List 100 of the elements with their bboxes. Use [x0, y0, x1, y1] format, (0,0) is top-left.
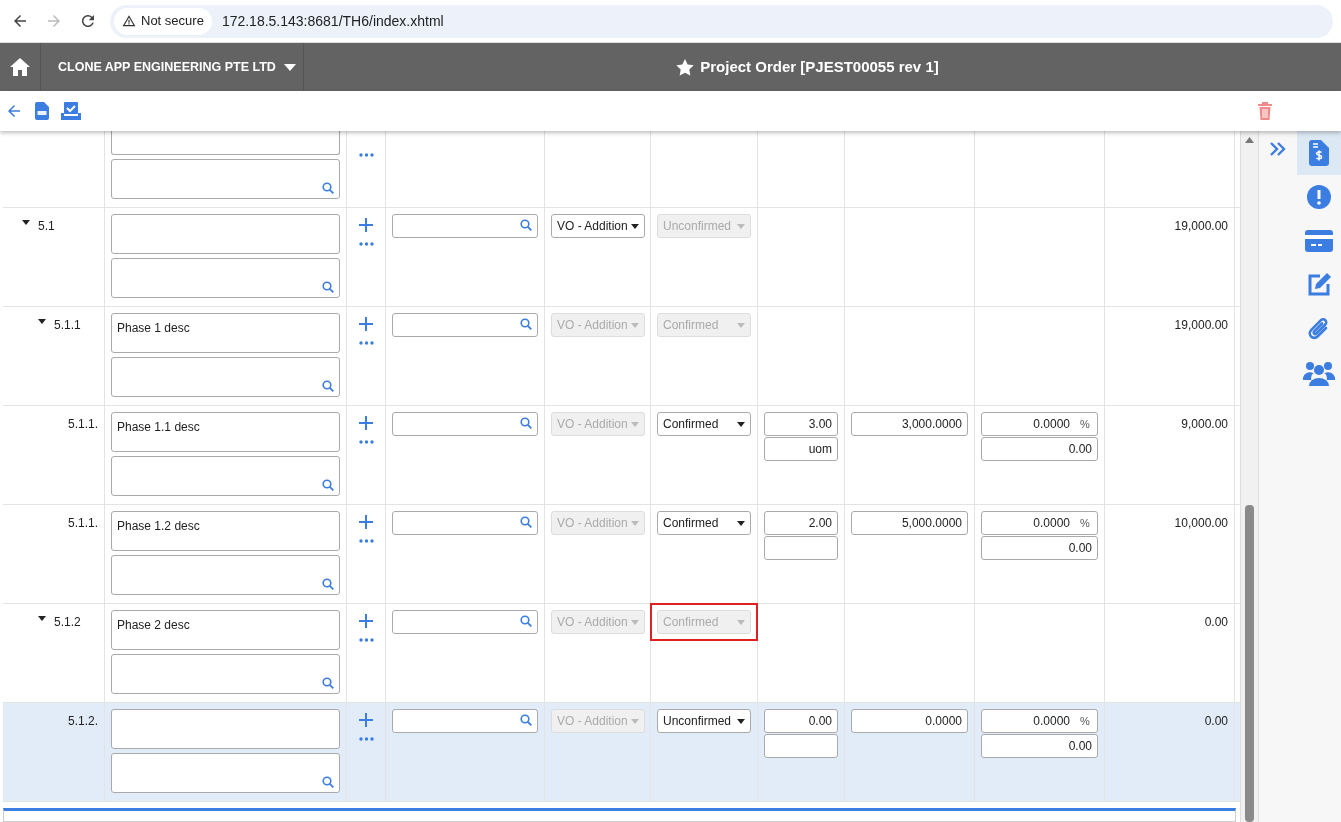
search-icon[interactable]: [520, 417, 532, 429]
search-icon[interactable]: [322, 281, 334, 293]
caret-icon: [631, 520, 639, 526]
search-icon[interactable]: [322, 578, 334, 590]
discount-field[interactable]: 0.0000 %: [981, 709, 1098, 733]
more-icon[interactable]: [358, 152, 374, 157]
company-name[interactable]: CLONE APP ENGINEERING PTE LTD: [58, 57, 276, 77]
search-icon[interactable]: [322, 182, 334, 194]
search-icon[interactable]: [322, 380, 334, 392]
description-field[interactable]: Phase 1.1 desc: [111, 412, 340, 452]
add-icon[interactable]: [359, 218, 373, 232]
collapse-caret-icon[interactable]: [38, 319, 46, 324]
text-area[interactable]: [111, 654, 340, 694]
uom-field[interactable]: [764, 536, 838, 560]
row-number: 5.1.1: [54, 317, 81, 334]
search-icon[interactable]: [520, 714, 532, 726]
total-amount: 10,000.00: [1174, 516, 1228, 530]
total-amount: 19,000.00: [1174, 318, 1228, 332]
search-field[interactable]: [392, 214, 538, 238]
more-icon[interactable]: [358, 440, 374, 444]
address-bar[interactable]: Not secure 172.18.5.143:8681/TH6/index.xhtml: [110, 4, 1333, 38]
expand-icon[interactable]: [1269, 141, 1287, 157]
more-icon[interactable]: [358, 242, 374, 246]
caret-icon: [631, 718, 639, 724]
add-icon[interactable]: [359, 515, 373, 529]
star-icon: [676, 58, 695, 76]
description-field[interactable]: Phase 1 desc: [111, 313, 340, 353]
caret-icon: [631, 421, 639, 427]
search-icon[interactable]: [520, 318, 532, 330]
security-chip[interactable]: Not secure: [114, 7, 212, 35]
scroll-up-icon[interactable]: [1245, 137, 1254, 143]
discount-amount-field[interactable]: 0.00: [981, 437, 1098, 461]
uom-field[interactable]: uom: [764, 437, 838, 461]
row-number: 5.1: [38, 218, 55, 235]
caret-icon[interactable]: [283, 63, 296, 71]
add-icon[interactable]: [359, 416, 373, 430]
search-field[interactable]: [392, 412, 538, 436]
caret-icon: [737, 718, 745, 724]
total-amount: 19,000.00: [1174, 219, 1228, 233]
add-icon[interactable]: [359, 317, 373, 331]
invoice-icon[interactable]: [1297, 131, 1341, 175]
quantity-field[interactable]: 3.00: [764, 412, 838, 436]
text-area[interactable]: [111, 456, 340, 496]
page-title: Project Order [PJEST00055 rev 1]: [700, 56, 939, 77]
more-icon[interactable]: [358, 638, 374, 642]
dropdown[interactable]: Confirmed: [657, 511, 751, 535]
discount-field[interactable]: 0.0000 %: [981, 412, 1098, 436]
text-area[interactable]: [111, 555, 340, 595]
delete-icon[interactable]: [1258, 102, 1272, 120]
row-number: 5.1.2: [54, 614, 81, 631]
text-area[interactable]: [111, 159, 340, 199]
search-icon[interactable]: [322, 776, 334, 788]
search-field[interactable]: [392, 511, 538, 535]
dropdown[interactable]: Confirmed: [657, 412, 751, 436]
text-area[interactable]: [111, 131, 340, 155]
caret-icon: [737, 520, 745, 526]
percent-sign: %: [1080, 713, 1091, 729]
caret-icon: [631, 223, 639, 229]
more-icon[interactable]: [358, 341, 374, 345]
discount-amount-field[interactable]: 0.00: [981, 734, 1098, 758]
more-icon[interactable]: [358, 539, 374, 543]
search-icon[interactable]: [520, 219, 532, 231]
discount-field[interactable]: 0.0000 %: [981, 511, 1098, 535]
dropdown[interactable]: Unconfirmed: [657, 709, 751, 733]
description-field[interactable]: Phase 1.2 desc: [111, 511, 340, 551]
caret-icon: [737, 322, 745, 328]
search-field[interactable]: [392, 610, 538, 634]
caret-icon: [631, 619, 639, 625]
discount-amount-field[interactable]: 0.00: [981, 536, 1098, 560]
home-icon[interactable]: [10, 58, 30, 76]
text-area[interactable]: [111, 258, 340, 298]
description-field[interactable]: [111, 709, 340, 749]
description-field[interactable]: Phase 2 desc: [111, 610, 340, 650]
search-icon[interactable]: [322, 677, 334, 689]
text-area[interactable]: [111, 753, 340, 793]
discount-value: 0.0000: [1033, 515, 1070, 532]
save-tray-icon[interactable]: [61, 102, 81, 120]
search-icon[interactable]: [520, 516, 532, 528]
more-icon[interactable]: [358, 737, 374, 741]
price-field[interactable]: 0.0000: [851, 709, 968, 733]
add-icon[interactable]: [359, 713, 373, 727]
price-field[interactable]: 5,000.0000: [851, 511, 968, 535]
quantity-field[interactable]: 2.00: [764, 511, 838, 535]
uom-field[interactable]: [764, 734, 838, 758]
search-field[interactable]: [392, 709, 538, 733]
collapse-caret-icon[interactable]: [22, 220, 30, 225]
search-icon[interactable]: [322, 479, 334, 491]
search-field[interactable]: [392, 313, 538, 337]
quantity-field[interactable]: 0.00: [764, 709, 838, 733]
search-icon[interactable]: [520, 615, 532, 627]
row-number: 5.1.1.: [67, 516, 98, 530]
total-amount: 0.00: [1204, 615, 1228, 629]
add-icon[interactable]: [359, 614, 373, 628]
scrollbar-thumb[interactable]: [1245, 505, 1254, 822]
price-field[interactable]: 3,000.0000: [851, 412, 968, 436]
collapse-caret-icon[interactable]: [38, 616, 46, 621]
description-field[interactable]: [111, 214, 340, 254]
row-number: 5.1.2.: [67, 714, 98, 728]
text-area[interactable]: [111, 357, 340, 397]
dropdown[interactable]: VO - Addition: [551, 214, 645, 238]
